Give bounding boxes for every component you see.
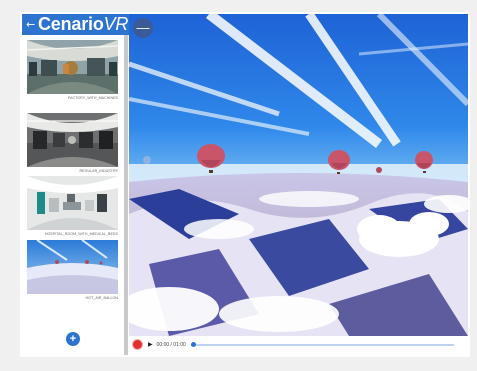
balloon-thumbnail-icon[interactable] — [27, 240, 118, 294]
scene-label: REGULAR_INDUSTRY — [79, 169, 118, 173]
scene-sidebar: ← CenarioVR FACTORY_WITH_MACHINES REGULA… — [22, 14, 129, 355]
panorama-viewer[interactable] — [129, 14, 468, 336]
progress-handle[interactable] — [190, 341, 196, 347]
app-logo[interactable]: CenarioVR — [38, 14, 128, 35]
plus-icon: + — [69, 333, 77, 345]
logo-text: Cenario — [38, 14, 104, 34]
back-arrow-icon[interactable]: ← — [26, 18, 38, 31]
minus-icon: — — [136, 20, 150, 35]
scrollbar-thumb[interactable] — [124, 35, 128, 355]
collapse-sidebar-button[interactable]: — — [133, 18, 153, 38]
scene-label: FACTORY_WITH_MACHINES — [67, 96, 118, 100]
brand-header: ← CenarioVR — [22, 14, 129, 35]
factory-thumbnail-icon[interactable] — [27, 40, 118, 94]
play-icon[interactable]: ▶ — [148, 341, 153, 348]
hot-air-balloon — [376, 167, 382, 173]
hospital-thumbnail-icon[interactable] — [27, 176, 118, 230]
playback-bar: ▶ 00:00 / 01:00 — [129, 336, 468, 353]
time-readout: 00:00 / 01:00 — [156, 341, 186, 348]
add-scene-button[interactable]: + — [66, 332, 80, 346]
progress-slider[interactable] — [190, 341, 454, 347]
sidebar-scrollbar[interactable] — [124, 35, 128, 355]
scene-label: HOT_AIR_BALLON — [85, 296, 118, 300]
industry-thumbnail-icon[interactable] — [27, 113, 118, 167]
record-button[interactable] — [132, 339, 143, 350]
scene-label: HOSPITAL_ROOM_WITH_MEDICAL_BEDS — [44, 232, 118, 236]
logo-vr-text: VR — [103, 14, 129, 34]
